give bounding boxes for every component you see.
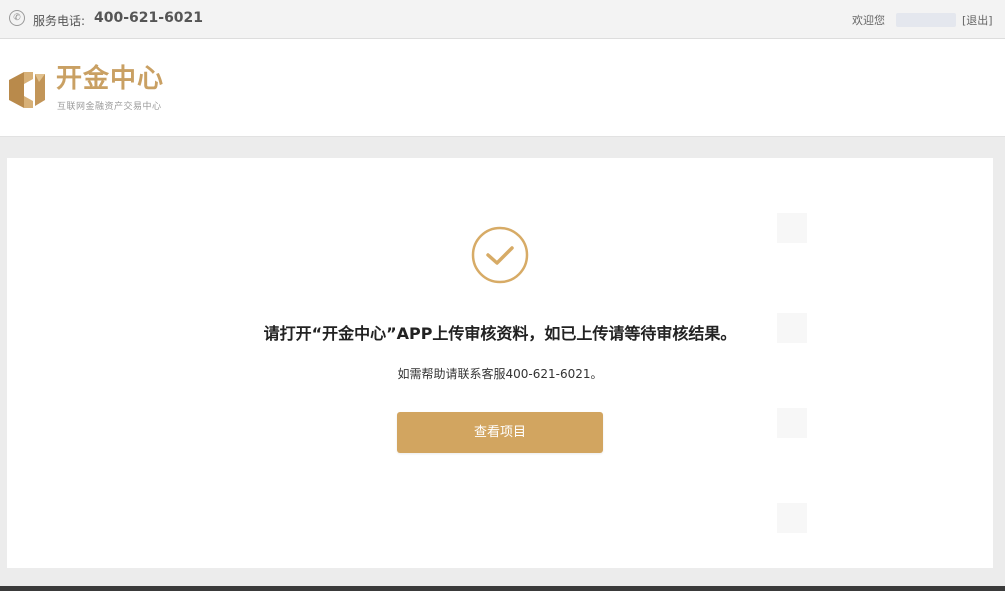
logo-title: 开金中心 bbox=[56, 64, 165, 94]
phone-icon: ✆ bbox=[9, 10, 25, 26]
logo-icon[interactable] bbox=[7, 70, 47, 110]
background-watermark bbox=[777, 503, 807, 533]
bottom-edge bbox=[0, 586, 1005, 591]
site-header: 开金中心 互联网金融资产交易中心 bbox=[0, 39, 1005, 137]
help-text: 如需帮助请联系客服400-621-6021。 bbox=[397, 367, 603, 381]
status-message: 请打开“开金中心”APP上传审核资料，如已上传请等待审核结果。 bbox=[263, 324, 737, 343]
background-watermark bbox=[777, 213, 807, 243]
service-phone-label: 服务电话: bbox=[33, 14, 86, 28]
logo-subtitle: 互联网金融资产交易中心 bbox=[57, 102, 162, 112]
logout-link[interactable]: [退出] bbox=[962, 12, 993, 28]
view-projects-button[interactable]: 查看项目 bbox=[397, 412, 603, 453]
service-phone-number: 400-621-6021 bbox=[94, 10, 204, 26]
status-card: 请打开“开金中心”APP上传审核资料，如已上传请等待审核结果。 如需帮助请联系客… bbox=[7, 158, 993, 568]
top-bar: ✆ 服务电话: 400-621-6021 欢迎您 [退出] bbox=[0, 0, 1005, 39]
welcome-text: 欢迎您 bbox=[852, 14, 885, 27]
check-circle-icon bbox=[471, 226, 529, 284]
background-watermark bbox=[777, 408, 807, 438]
username-redacted bbox=[896, 13, 956, 27]
